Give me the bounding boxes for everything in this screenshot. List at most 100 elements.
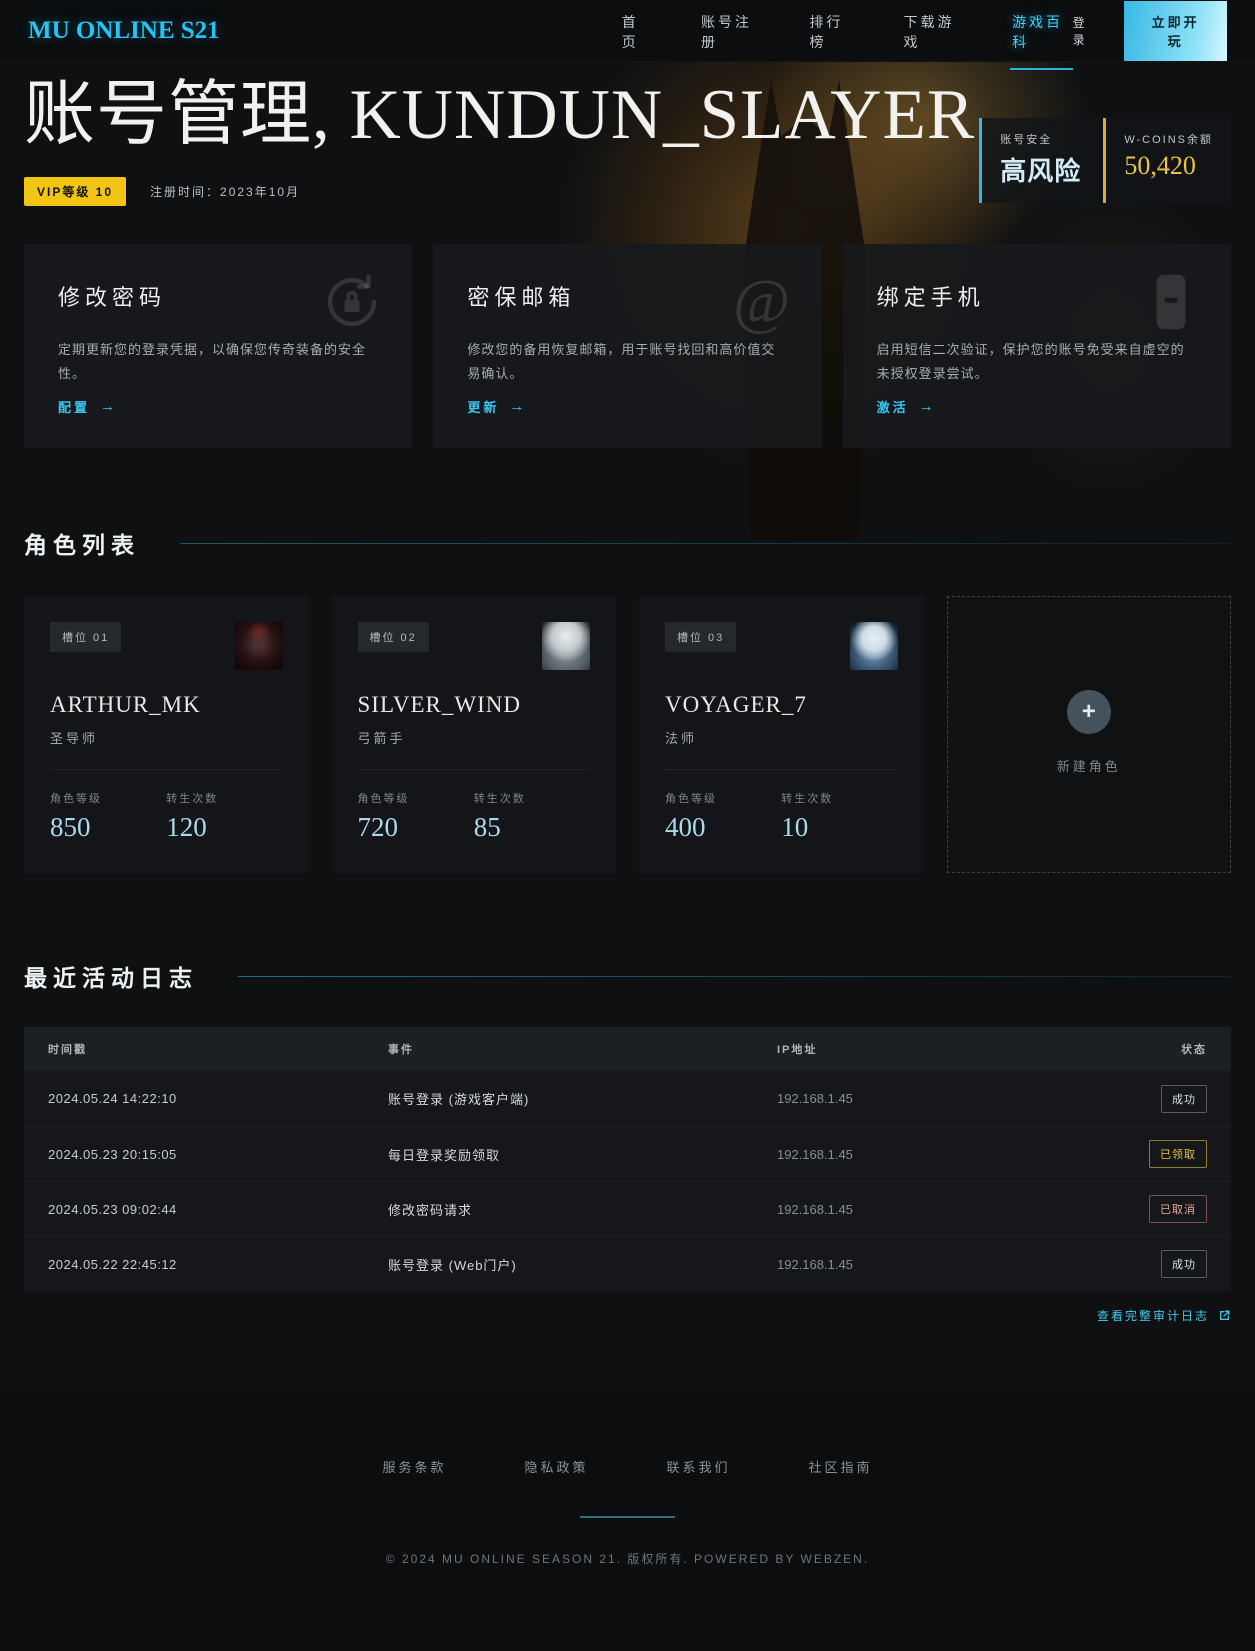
play-now-button[interactable]: 立即开玩 bbox=[1124, 0, 1227, 61]
nav-item[interactable]: 账号注册 bbox=[699, 0, 762, 70]
footer-links: 服务条款 隐私政策 联系我们 社区指南 bbox=[0, 1457, 1255, 1476]
character-card[interactable]: 槽位 03 VOYAGER_7 法师 角色等级 400 转生次数 10 bbox=[639, 596, 924, 874]
security-card-action-link[interactable]: 更新 → bbox=[467, 397, 527, 416]
external-link-icon bbox=[1220, 1310, 1230, 1321]
stat-label: W-COINS余额 bbox=[1124, 134, 1213, 146]
activity-log-table: 时间戳 事件 IP地址 状态 2024.05.24 14:22:10 账号登录 (游戏… bbox=[24, 1027, 1231, 1292]
footer-link[interactable]: 社区指南 bbox=[809, 1457, 873, 1476]
character-list: 槽位 01 ARTHUR_MK 圣导师 角色等级 850 转生次数 120 槽位… bbox=[24, 596, 1231, 874]
account-stat-box: 账号安全 高风险 bbox=[979, 118, 1100, 203]
status-badge: 已领取 bbox=[1149, 1140, 1207, 1169]
footer-link[interactable]: 隐私政策 bbox=[524, 1457, 588, 1476]
top-navigation-bar: MU ONLINE S21 首页 账号注册 排行榜 下载游戏 游戏百科 登录 立即开玩 bbox=[0, 0, 1255, 70]
activity-log-row: 2024.05.24 14:22:10 账号登录 (游戏客户端) 192.168… bbox=[24, 1071, 1231, 1126]
divider bbox=[357, 769, 590, 771]
log-event: 账号登录 (游戏客户端) bbox=[388, 1092, 530, 1108]
column-header: 事件 bbox=[388, 1044, 414, 1057]
log-event: 每日登录奖励领取 bbox=[388, 1147, 501, 1163]
status-badge: 成功 bbox=[1161, 1250, 1207, 1279]
heading-rule bbox=[180, 542, 1231, 544]
plus-icon: + bbox=[1066, 690, 1111, 735]
arrow-right-icon: → bbox=[509, 398, 528, 416]
column-header: 状态 bbox=[1181, 1044, 1207, 1057]
character-name: ARTHUR_MK bbox=[50, 692, 201, 718]
activity-log-row: 2024.05.23 20:15:05 每日登录奖励领取 192.168.1.4… bbox=[24, 1126, 1231, 1181]
nav-item[interactable]: 排行榜 bbox=[808, 0, 856, 70]
characters-heading-title: 角色列表 bbox=[24, 532, 140, 559]
arrow-right-icon: → bbox=[918, 398, 937, 416]
stat-value: 50,420 bbox=[1124, 151, 1196, 180]
table-header-row: 时间戳 事件 IP地址 状态 bbox=[24, 1027, 1231, 1072]
table-body: 2024.05.24 14:22:10 账号登录 (游戏客户端) 192.168… bbox=[24, 1071, 1231, 1292]
footer-link[interactable]: 联系我们 bbox=[667, 1457, 731, 1476]
account-hero-section: 账号管理, KUNDUN_SLAYER VIP等级 10 注册时间：2023年1… bbox=[0, 62, 1255, 207]
footer-link[interactable]: 服务条款 bbox=[382, 1457, 446, 1476]
footer-divider bbox=[580, 1516, 675, 1519]
column-header: IP地址 bbox=[777, 1044, 818, 1057]
level-label: 角色等级 bbox=[357, 793, 410, 806]
security-card-description: 启用短信二次验证，保护您的账号免受来自虚空的未授权登录尝试。 bbox=[876, 342, 1185, 382]
create-character-card[interactable]: + 新建角色 bbox=[946, 596, 1231, 874]
site-logo[interactable]: MU ONLINE S21 bbox=[28, 17, 220, 45]
log-ip-address: 192.168.1.45 bbox=[777, 1256, 853, 1272]
level-value: 400 bbox=[665, 812, 706, 843]
dark-knight-avatar bbox=[234, 622, 283, 671]
status-badge: 成功 bbox=[1161, 1084, 1207, 1113]
level-label: 角色等级 bbox=[665, 793, 717, 806]
vip-level-badge: VIP等级 10 bbox=[24, 177, 127, 207]
security-card-action-link[interactable]: 激活 → bbox=[877, 397, 937, 416]
resets-value: 120 bbox=[166, 812, 207, 843]
site-footer: 服务条款 隐私政策 联系我们 社区指南 © 2024 MU ONLINE SEASON… bbox=[0, 1390, 1255, 1651]
column-header: 时间戳 bbox=[48, 1044, 87, 1057]
log-timestamp: 2024.05.23 20:15:05 bbox=[48, 1146, 177, 1162]
character-name: VOYAGER_7 bbox=[665, 692, 807, 718]
activity-heading-title: 最近活动日志 bbox=[24, 965, 198, 992]
register-time-label: 注册时间：2023年10月 bbox=[150, 185, 301, 200]
divider bbox=[665, 769, 898, 771]
log-event: 账号登录 (Web门户) bbox=[388, 1257, 517, 1273]
nav-item[interactable]: 游戏百科 bbox=[1010, 0, 1073, 70]
log-ip-address: 192.168.1.45 bbox=[777, 1146, 853, 1162]
status-badge: 已取消 bbox=[1149, 1195, 1207, 1224]
security-card: 绑定手机 启用短信二次验证，保护您的账号免受来自虚空的未授权登录尝试。 激活 → bbox=[842, 244, 1231, 449]
activity-section-heading: 最近活动日志 bbox=[24, 959, 1231, 993]
log-ip-address: 192.168.1.45 bbox=[777, 1201, 853, 1217]
heading-rule bbox=[238, 975, 1231, 977]
character-card[interactable]: 槽位 01 ARTHUR_MK 圣导师 角色等级 850 转生次数 120 bbox=[24, 596, 309, 874]
main-nav: 首页 账号注册 排行榜 下载游戏 游戏百科 bbox=[620, 0, 1073, 70]
resets-value: 85 bbox=[473, 812, 501, 843]
arrow-right-icon: → bbox=[100, 398, 119, 416]
login-link[interactable]: 登录 bbox=[1073, 14, 1099, 48]
nav-item[interactable]: 下载游戏 bbox=[901, 0, 964, 70]
view-full-audit-log-link[interactable]: 查看完整审计日志 bbox=[1097, 1307, 1231, 1324]
level-value: 850 bbox=[50, 812, 91, 843]
phone-icon bbox=[1139, 270, 1203, 334]
slot-badge: 槽位 03 bbox=[665, 622, 737, 653]
resets-label: 转生次数 bbox=[473, 793, 526, 806]
resets-value: 10 bbox=[781, 812, 809, 843]
activity-log-row: 2024.05.23 09:02:44 修改密码请求 192.168.1.45 … bbox=[24, 1181, 1231, 1236]
security-cards-section: 修改密码 定期更新您的登录凭据，以确保您传奇装备的安全性。 配置 → 密保邮箱 @… bbox=[24, 244, 1231, 449]
slot-badge: 槽位 01 bbox=[50, 622, 122, 653]
characters-section-heading: 角色列表 bbox=[24, 526, 1231, 560]
log-timestamp: 2024.05.24 14:22:10 bbox=[48, 1091, 177, 1107]
elf-avatar bbox=[542, 622, 590, 671]
nav-item[interactable]: 首页 bbox=[620, 0, 653, 70]
security-card-description: 修改您的备用恢复邮箱，用于账号找回和高价值交易确认。 bbox=[467, 342, 776, 382]
resets-label: 转生次数 bbox=[166, 793, 219, 806]
log-event: 修改密码请求 bbox=[388, 1202, 473, 1218]
character-card[interactable]: 槽位 02 SILVER_WIND 弓箭手 角色等级 720 转生次数 85 bbox=[331, 596, 616, 874]
security-card-action-link[interactable]: 配置 → bbox=[58, 397, 118, 416]
at-icon: @ bbox=[733, 268, 791, 337]
audit-link-label: 查看完整审计日志 bbox=[1096, 1309, 1209, 1324]
lock-reset-icon bbox=[320, 270, 384, 334]
log-ip-address: 192.168.1.45 bbox=[777, 1091, 853, 1107]
divider bbox=[50, 769, 283, 771]
character-class: 弓箭手 bbox=[357, 731, 406, 747]
level-label: 角色等级 bbox=[50, 793, 102, 806]
security-card: 修改密码 定期更新您的登录凭据，以确保您传奇装备的安全性。 配置 → bbox=[24, 244, 413, 449]
account-stat-box: W-COINS余额 50,420 bbox=[1103, 118, 1231, 203]
account-stats: 账号安全 高风险 W-COINS余额 50,420 bbox=[979, 118, 1231, 203]
create-character-label: 新建角色 bbox=[1056, 759, 1121, 775]
security-card-description: 定期更新您的登录凭据，以确保您传奇装备的安全性。 bbox=[58, 342, 367, 382]
